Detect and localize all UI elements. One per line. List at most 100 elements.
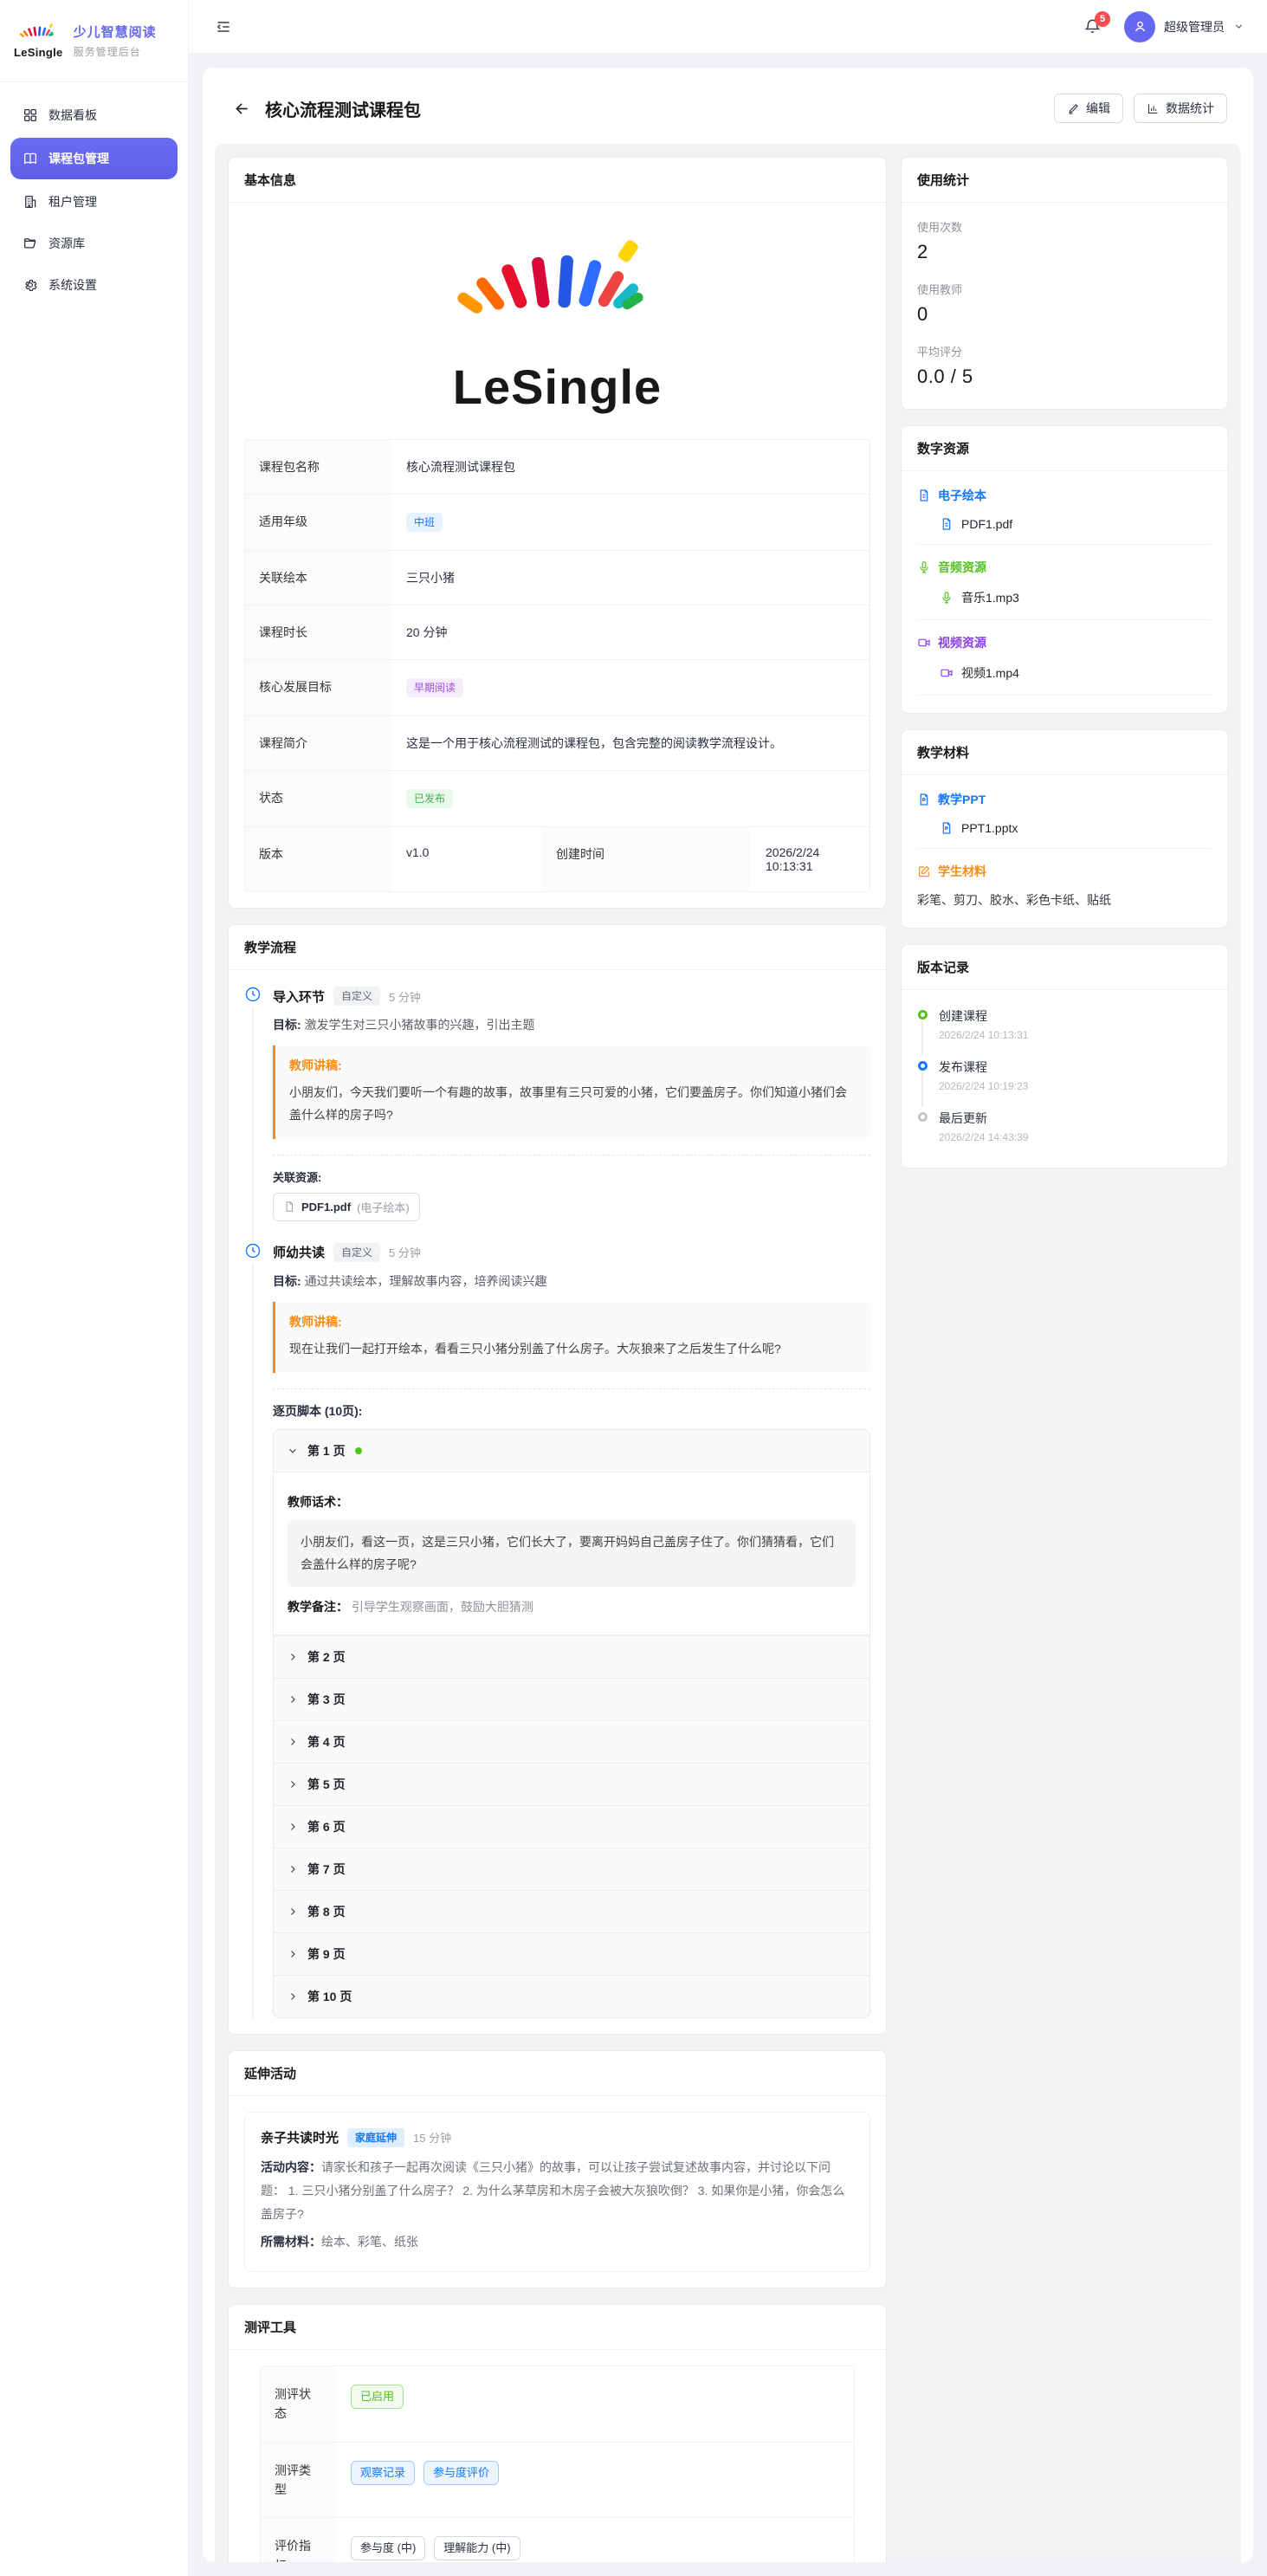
file-icon bbox=[283, 1201, 295, 1213]
stat-item: 使用次数 2 bbox=[917, 218, 1212, 263]
divider bbox=[917, 848, 1212, 849]
notifications-button[interactable]: 5 bbox=[1083, 17, 1102, 36]
resource-file-name: 音乐1.mp3 bbox=[961, 589, 1019, 606]
menu-fold-icon bbox=[215, 18, 232, 36]
activity-materials: 所需材料：绘本、彩笔、纸张 bbox=[261, 2230, 854, 2254]
accordion-page-6[interactable]: 第 6 页 bbox=[274, 1805, 869, 1848]
usage-stats-card: 使用统计 使用次数 2 使用教师 0 平均评分 0.0 / 5 bbox=[901, 157, 1228, 410]
row-value: 2026/2/24 10:13:31 bbox=[750, 827, 869, 891]
sidebar-item-settings[interactable]: 系统设置 bbox=[10, 266, 178, 304]
table-row: 测评状态 已启用 bbox=[261, 2366, 854, 2442]
data-stats-button[interactable]: 数据统计 bbox=[1134, 94, 1227, 123]
timeline-line bbox=[921, 1073, 923, 1107]
chevron-down-icon bbox=[1233, 21, 1244, 32]
page-title: 第 10 页 bbox=[307, 1988, 352, 2005]
grade-badge: 中班 bbox=[406, 513, 443, 532]
accordion-page-4[interactable]: 第 4 页 bbox=[274, 1720, 869, 1763]
edit-button[interactable]: 编辑 bbox=[1054, 94, 1123, 123]
clock-icon bbox=[244, 1242, 262, 1259]
timeline-dot bbox=[918, 1112, 928, 1122]
material-file-item[interactable]: PPT1.pptx bbox=[917, 808, 1212, 848]
row-value: 已发布 bbox=[391, 771, 869, 826]
sidebar-item-tenants[interactable]: 租户管理 bbox=[10, 183, 178, 221]
mic-icon bbox=[940, 591, 953, 605]
page-title: 第 4 页 bbox=[307, 1733, 346, 1751]
stat-label: 使用教师 bbox=[917, 281, 1212, 297]
accordion-page-7[interactable]: 第 7 页 bbox=[274, 1848, 869, 1890]
row-value: 已启用 bbox=[335, 2366, 854, 2442]
divider bbox=[273, 1388, 870, 1389]
step-type-badge: 自定义 bbox=[333, 987, 380, 1006]
card-title: 基本信息 bbox=[229, 158, 886, 203]
accordion-page-3[interactable]: 第 3 页 bbox=[274, 1678, 869, 1720]
sidebar-item-course-packages[interactable]: 课程包管理 bbox=[10, 138, 178, 179]
row-label: 评价指标 bbox=[261, 2518, 335, 2562]
assessment-table: 测评状态 已启用 测评类型 观察记录 参与度评价 bbox=[260, 2366, 855, 2562]
accordion-page-9[interactable]: 第 9 页 bbox=[274, 1932, 869, 1975]
cover-logo-fan-icon bbox=[445, 234, 670, 357]
file-icon bbox=[917, 489, 931, 502]
row-value: 三只小猪 bbox=[391, 551, 869, 605]
back-button[interactable] bbox=[229, 95, 255, 121]
row-value: 早期阅读 bbox=[391, 660, 869, 715]
row-label: 测评类型 bbox=[261, 2443, 335, 2518]
resource-chip[interactable]: PDF1.pdf (电子绘本) bbox=[273, 1193, 420, 1221]
status-badge: 已启用 bbox=[351, 2385, 404, 2409]
row-value: 这是一个用于核心流程测试的课程包，包含完整的阅读教学流程设计。 bbox=[391, 716, 869, 770]
stat-item: 使用教师 0 bbox=[917, 281, 1212, 326]
sidebar-collapse-button[interactable] bbox=[211, 15, 236, 39]
stat-value: 0 bbox=[917, 303, 1212, 326]
sidebar-item-resource-library[interactable]: 资源库 bbox=[10, 224, 178, 262]
table-row: 测评类型 观察记录 参与度评价 bbox=[261, 2442, 854, 2518]
step-timeline-line bbox=[252, 1265, 254, 2018]
timeline-line bbox=[921, 1022, 923, 1056]
sidebar: LeSingle 少儿智慧阅读 服务管理后台 数据看板 课程包管理 租户管理 资… bbox=[0, 0, 189, 2576]
accordion-page-5[interactable]: 第 5 页 bbox=[274, 1763, 869, 1805]
activity-duration: 15 分钟 bbox=[413, 2129, 451, 2146]
divider bbox=[917, 544, 1212, 545]
assessment-tools-card: 测评工具 测评状态 已启用 测评类型 观察记录 参与度评价 bbox=[228, 2304, 887, 2562]
sidebar-item-dashboard[interactable]: 数据看板 bbox=[10, 96, 178, 134]
folder-icon bbox=[23, 236, 38, 251]
goal-badge: 早期阅读 bbox=[406, 678, 463, 697]
accordion-page-2[interactable]: 第 2 页 bbox=[274, 1635, 869, 1678]
user-name: 超级管理员 bbox=[1164, 18, 1225, 36]
row-label: 核心发展目标 bbox=[245, 660, 391, 715]
accordion-page-8[interactable]: 第 8 页 bbox=[274, 1890, 869, 1932]
resource-group-label: 电子绘本 bbox=[938, 487, 986, 504]
resource-file-item[interactable]: PDF1.pdf bbox=[917, 504, 1212, 544]
chevron-right-icon bbox=[288, 1906, 298, 1917]
card-title: 教学流程 bbox=[229, 925, 886, 970]
notification-badge: 5 bbox=[1095, 11, 1110, 27]
table-row: 状态 已发布 bbox=[245, 770, 869, 826]
script-label: 教师讲稿: bbox=[289, 1057, 857, 1074]
row-value: 20 分钟 bbox=[391, 605, 869, 659]
logo-wordmark: LeSingle bbox=[14, 46, 63, 59]
gear-icon bbox=[23, 277, 38, 293]
teacher-script-box: 教师讲稿: 现在让我们一起打开绘本，看看三只小猪分别盖了什么房子。大灰狼来了之后… bbox=[273, 1302, 870, 1373]
stat-label: 平均评分 bbox=[917, 343, 1212, 359]
page-scripts-label: 逐页脚本 (10页): bbox=[273, 1402, 870, 1420]
script-text: 小朋友们，今天我们要听一个有趣的故事，故事里有三只可爱的小猪，它们要盖房子。你们… bbox=[289, 1082, 857, 1125]
type-badge: 观察记录 bbox=[351, 2461, 415, 2485]
user-menu[interactable]: 超级管理员 bbox=[1124, 11, 1244, 42]
accordion-page-10[interactable]: 第 10 页 bbox=[274, 1975, 869, 2017]
event-label: 发布课程 bbox=[939, 1058, 1028, 1076]
resource-file-name: 视频1.mp4 bbox=[961, 664, 1019, 682]
type-badge: 参与度评价 bbox=[423, 2461, 499, 2485]
file-ppt-icon bbox=[940, 821, 953, 835]
resource-group-label: 视频资源 bbox=[938, 634, 986, 651]
row-value: 核心流程测试课程包 bbox=[391, 440, 869, 494]
dashboard-icon bbox=[23, 107, 38, 123]
version-event: 发布课程 2026/2/24 10:19:23 bbox=[917, 1058, 1212, 1110]
resource-file-name: PDF1.pdf bbox=[301, 1201, 351, 1214]
row-value: v1.0 bbox=[391, 827, 542, 891]
page-title: 第 7 页 bbox=[307, 1861, 346, 1878]
video-icon bbox=[940, 666, 953, 680]
resource-type: (电子绘本) bbox=[357, 1199, 410, 1215]
resource-file-item[interactable]: 视频1.mp4 bbox=[917, 651, 1212, 695]
resource-file-item[interactable]: 音乐1.mp3 bbox=[917, 576, 1212, 619]
accordion-page-1[interactable]: 第 1 页 bbox=[274, 1430, 869, 1472]
bar-chart-icon bbox=[1147, 102, 1160, 115]
row-label: 版本 bbox=[245, 827, 391, 891]
